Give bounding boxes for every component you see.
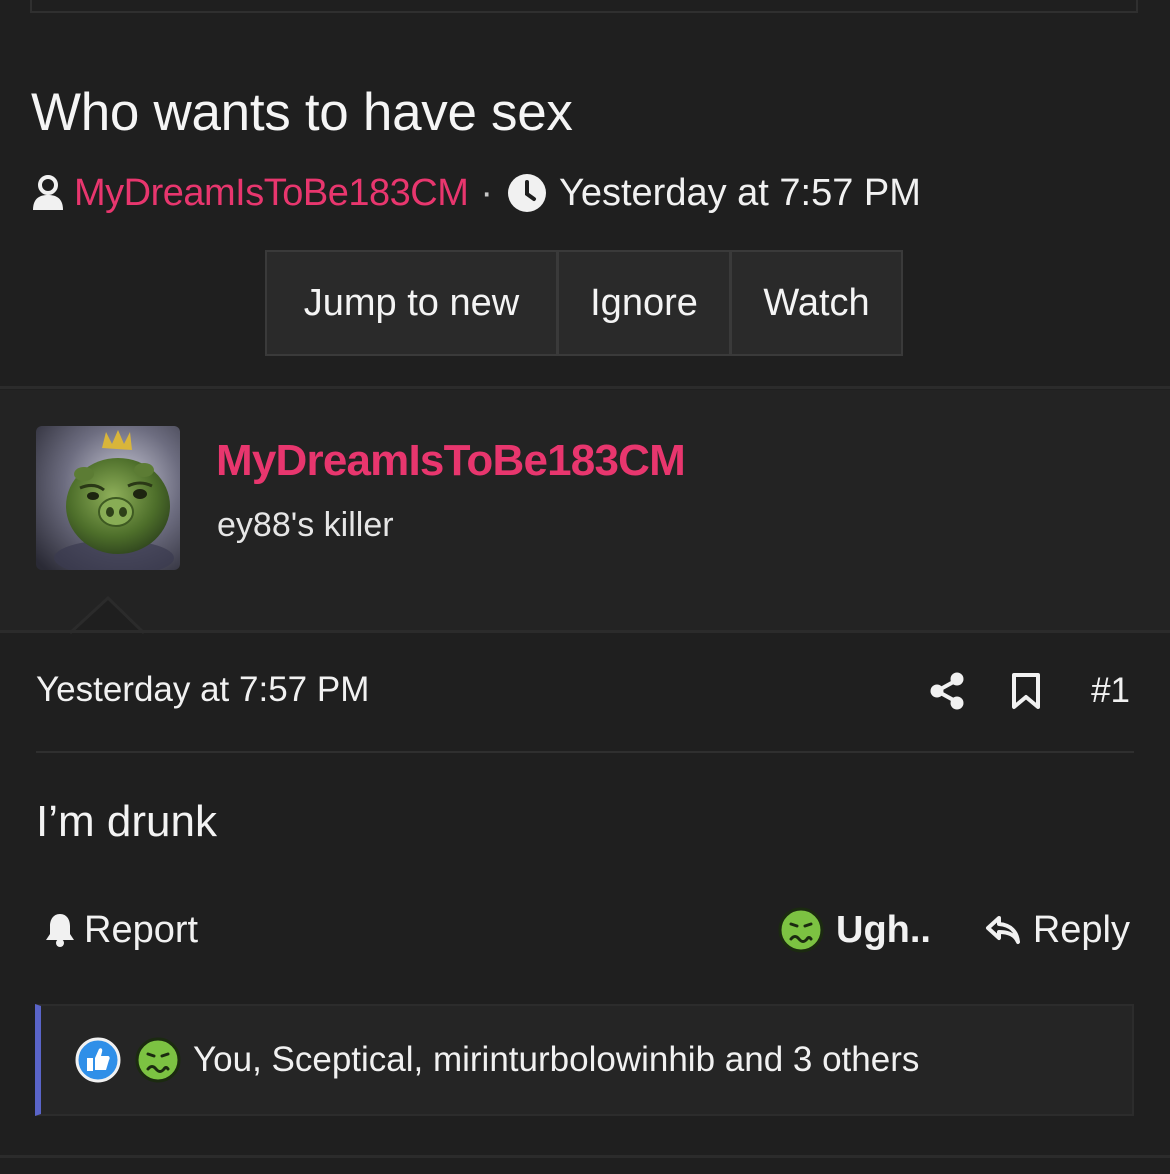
post-number-link[interactable]: #1: [1091, 671, 1130, 711]
post-footer: Report Ugh.. Reply: [44, 902, 1130, 958]
post-body: I’m drunk: [36, 797, 217, 846]
user-icon: [30, 174, 66, 212]
reply-label: Reply: [1032, 908, 1130, 951]
user-block-divider: [0, 630, 1170, 633]
avatar[interactable]: [36, 426, 180, 570]
reply-button[interactable]: Reply: [985, 902, 1130, 958]
thread-time-link[interactable]: Yesterday at 7:57 PM: [559, 172, 921, 215]
reactions-bar[interactable]: You, Sceptical, mirinturbolowinhib and 3…: [35, 1004, 1134, 1116]
reply-arrow-icon: [985, 914, 1021, 946]
nauseated-face-icon: [778, 907, 824, 953]
report-label: Report: [84, 908, 199, 951]
bookmark-icon[interactable]: [1011, 672, 1041, 710]
thread-meta: MyDreamIsToBe183CM · Yesterday at 7:57 P…: [30, 170, 921, 216]
thumbs-up-icon: [75, 1037, 121, 1083]
reactions-summary[interactable]: You, Sceptical, mirinturbolowinhib and 3…: [193, 1040, 919, 1080]
user-block-pointer: [70, 596, 146, 634]
user-title: ey88's killer: [217, 506, 394, 544]
thread-button-group: Jump to new Ignore Watch: [265, 250, 903, 356]
post-date-link[interactable]: Yesterday at 7:57 PM: [36, 670, 369, 710]
post-username[interactable]: MyDreamIsToBe183CM: [216, 436, 686, 486]
bell-icon: [44, 912, 76, 948]
reaction-label: Ugh..: [836, 908, 931, 951]
watch-button[interactable]: Watch: [729, 252, 901, 354]
post-actions-top: #1: [929, 666, 1130, 716]
previous-panel-edge: [30, 0, 1138, 13]
bottom-divider: [0, 1155, 1170, 1158]
ignore-button[interactable]: Ignore: [556, 252, 729, 354]
thread-author-link[interactable]: MyDreamIsToBe183CM: [74, 172, 469, 215]
thread-title: Who wants to have sex: [31, 83, 573, 142]
reaction-button[interactable]: Ugh..: [778, 902, 931, 958]
post-user-block: MyDreamIsToBe183CM ey88's killer: [0, 390, 1170, 631]
jump-to-new-button[interactable]: Jump to new: [267, 252, 556, 354]
post-header-divider: [36, 751, 1134, 753]
clock-icon: [507, 173, 547, 213]
report-button[interactable]: Report: [44, 902, 198, 958]
share-icon[interactable]: [929, 672, 965, 710]
meta-separator: ·: [480, 171, 493, 214]
nauseated-face-icon: [135, 1037, 181, 1083]
section-divider: [0, 386, 1170, 389]
